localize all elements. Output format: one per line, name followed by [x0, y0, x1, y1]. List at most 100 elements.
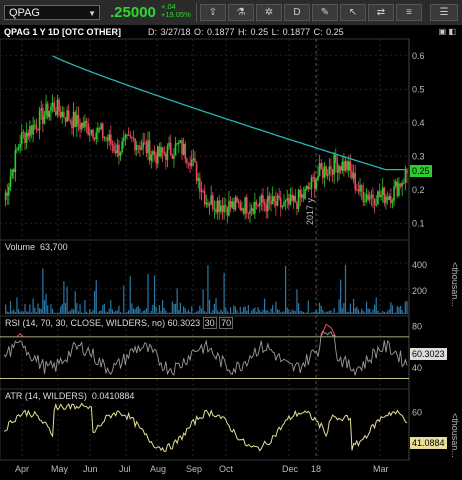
- moving-average-line: [52, 55, 407, 171]
- volume-bar: [95, 280, 97, 314]
- price-candle-body: [161, 147, 164, 153]
- volume-bar: [276, 309, 279, 314]
- price-candle-body: [244, 197, 246, 214]
- rsi-title: RSI (14, 70, 30, CLOSE, WILDERS, no): [5, 318, 166, 328]
- volume-bar: [265, 310, 267, 314]
- price-candle-body: [101, 123, 104, 138]
- volume-bar: [310, 312, 313, 314]
- price-candle-body: [245, 197, 248, 214]
- volume-bar: [186, 311, 188, 314]
- volume-bar: [145, 308, 148, 314]
- volume-bar: [362, 310, 364, 314]
- volume-bar: [76, 303, 78, 314]
- volume-bar: [236, 310, 238, 314]
- price-candle-body: [367, 194, 369, 200]
- volume-bar: [149, 312, 151, 314]
- price-candle-body: [132, 137, 135, 139]
- volume-bar: [61, 304, 63, 314]
- volume-bar: [84, 299, 86, 314]
- volume-bar: [333, 308, 335, 314]
- price-candle-body: [385, 196, 387, 204]
- price-candle-body: [113, 145, 115, 151]
- price-candle-body: [310, 177, 313, 189]
- volume-bar: [184, 308, 186, 314]
- price-candle-body: [229, 200, 232, 208]
- volume-bar: [42, 268, 44, 314]
- price-axis-tick: 0.1: [412, 218, 425, 228]
- price-candle-body: [331, 169, 334, 175]
- volume-bar: [92, 309, 94, 314]
- price-candle-body: [59, 111, 62, 117]
- price-candle-body: [45, 103, 47, 116]
- volume-bar: [81, 312, 83, 314]
- price-candle-body: [265, 204, 267, 212]
- volume-bar: [275, 301, 277, 314]
- price-candle-body: [174, 143, 177, 156]
- volume-bar: [315, 310, 317, 314]
- volume-bar: [377, 310, 379, 314]
- volume-bar: [272, 304, 274, 314]
- price-candle-body: [53, 102, 55, 112]
- volume-bar: [233, 305, 235, 314]
- price-candle-body: [289, 194, 292, 205]
- volume-bar: [74, 291, 76, 314]
- price-candle-body: [252, 208, 255, 214]
- volume-bar: [131, 303, 133, 314]
- price-candle-body: [271, 196, 274, 205]
- price-candle-body: [6, 192, 9, 196]
- price-candle-body: [320, 163, 323, 169]
- volume-bar: [330, 310, 332, 314]
- volume-bar: [45, 293, 47, 314]
- price-axis-tick: 0.2: [412, 185, 425, 195]
- volume-bar: [344, 264, 347, 314]
- price-candle-body: [354, 173, 357, 190]
- price-candle-body: [79, 124, 81, 130]
- chart-canvas[interactable]: 2017 y 0.6 0.5 0.4 0.3 0.2 0.1 400 200 80 40 60 Apr M…: [0, 0, 462, 480]
- volume-bar: [228, 312, 230, 314]
- price-candle-body: [119, 152, 122, 156]
- volume-bar: [9, 301, 12, 314]
- price-candle-body: [359, 185, 361, 192]
- volume-bar: [378, 312, 381, 314]
- price-candle-body: [156, 146, 159, 164]
- volume-bar: [322, 309, 324, 314]
- price-candle-body: [82, 122, 85, 128]
- volume-bar: [351, 312, 353, 314]
- rsi-line: [3, 330, 408, 376]
- price-candle-body: [166, 145, 169, 160]
- volume-bar: [183, 306, 185, 314]
- volume-bar: [205, 312, 207, 314]
- volume-bar: [399, 305, 402, 314]
- x-axis-tick: Jun: [83, 464, 98, 474]
- volume-bar: [204, 311, 206, 314]
- volume-bar: [37, 303, 39, 314]
- price-candle-body: [147, 140, 149, 154]
- price-candle-body: [233, 201, 235, 210]
- volume-bar: [202, 289, 204, 314]
- price-candle-body: [334, 154, 337, 163]
- price-candle-body: [322, 168, 324, 178]
- price-candle-body: [390, 196, 392, 203]
- rsi-axis-tick: 80: [412, 321, 422, 331]
- volume-bar: [359, 312, 361, 314]
- volume-bar: [63, 281, 65, 314]
- volume-bar: [306, 312, 308, 314]
- volume-bar: [260, 312, 262, 314]
- volume-bar: [302, 311, 305, 314]
- price-candle-body: [302, 194, 305, 199]
- price-candle-body: [202, 191, 204, 192]
- price-candle-body: [105, 137, 107, 139]
- volume-bar: [98, 311, 101, 314]
- price-candle-body: [111, 143, 114, 146]
- volume-bar: [126, 311, 128, 314]
- price-candle-body: [168, 142, 170, 146]
- volume-bar: [111, 309, 114, 314]
- volume-bar: [212, 310, 214, 314]
- volume-bar: [6, 311, 8, 314]
- price-candle-body: [158, 146, 161, 157]
- volume-bar: [273, 312, 275, 314]
- volume-bar: [335, 312, 337, 314]
- volume-bar: [372, 309, 374, 314]
- volume-bar: [14, 311, 16, 314]
- price-candle-body: [35, 124, 38, 130]
